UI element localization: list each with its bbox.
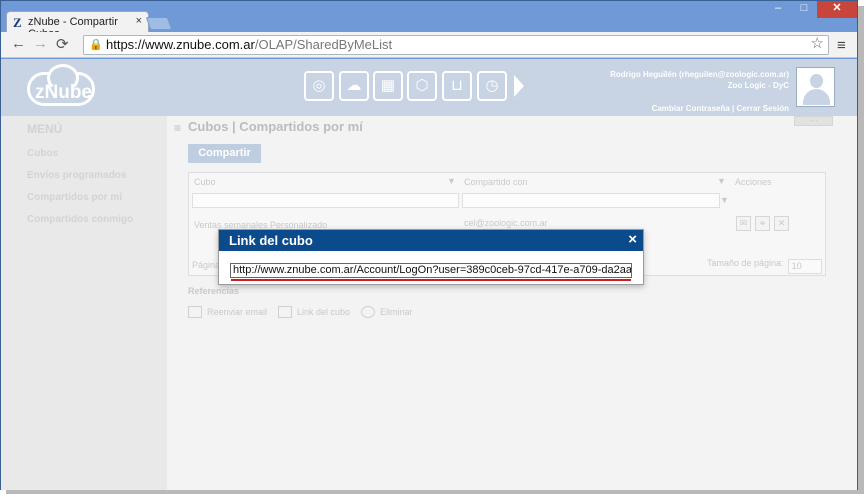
reference-resend-email: Reenviar email bbox=[188, 306, 267, 318]
browser-menu-icon[interactable]: ≡ bbox=[837, 37, 846, 54]
minimize-button[interactable]: – bbox=[765, 1, 791, 18]
avatar-body-shape bbox=[803, 89, 830, 105]
dashboard-icon[interactable]: ◎ bbox=[304, 71, 334, 101]
sidebar-item-compartidos-por-mi[interactable]: Compartidos por mí bbox=[27, 192, 122, 203]
link-icon bbox=[278, 306, 292, 318]
browser-tab[interactable]: Z zNube - Compartir Cubos × bbox=[6, 11, 149, 40]
page-size-label: Tamaño de página: bbox=[707, 258, 784, 268]
filter-input-cubo[interactable] bbox=[192, 193, 459, 208]
pager-label: Página bbox=[192, 260, 221, 270]
address-bar[interactable]: 🔒 https://www.znube.com.ar/OLAP/SharedBy… bbox=[83, 35, 829, 55]
tab-close-icon[interactable]: × bbox=[136, 15, 142, 27]
email-icon bbox=[188, 306, 202, 318]
references-title: Referencias bbox=[188, 286, 240, 296]
filter-input-compartido[interactable] bbox=[462, 193, 720, 208]
dialog-title: Link del cubo bbox=[229, 233, 313, 248]
window-shadow-right bbox=[857, 6, 864, 494]
reload-icon[interactable]: ⟳ bbox=[56, 35, 69, 53]
app-header: zNube ◎ ☁ ▦ ⬡ ⊔ ◷ Rodrigo Heguilén (rheg… bbox=[1, 59, 857, 116]
new-tab-button[interactable] bbox=[145, 17, 173, 30]
share-button[interactable]: Compartir bbox=[188, 144, 261, 163]
filter-dropdown-icon[interactable]: ▼ bbox=[447, 176, 456, 186]
row-shared-with: cel@zoologic.com.ar bbox=[464, 218, 548, 228]
url-text: https://www.znube.com.ar/OLAP/SharedByMe… bbox=[106, 37, 393, 52]
change-password-link[interactable]: Cambiar Contraseña bbox=[652, 104, 730, 113]
main-content: ≡ Cubos | Compartidos por mí ··· Compart… bbox=[167, 116, 857, 490]
avatar-head-shape bbox=[810, 74, 823, 88]
sidebar: MENÚ Cubos Envíos programados Compartido… bbox=[1, 116, 167, 490]
column-header-compartido-con[interactable]: Compartido con bbox=[464, 177, 528, 187]
page-title: Cubos | Compartidos por mí bbox=[188, 119, 363, 134]
delete-icon bbox=[361, 306, 375, 318]
sidebar-item-cubos[interactable]: Cubos bbox=[27, 148, 58, 159]
next-arrow-icon[interactable] bbox=[514, 75, 524, 97]
sidebar-item-envios[interactable]: Envíos programados bbox=[27, 170, 126, 181]
cube-link-field[interactable]: http://www.znube.com.ar/Account/LogOn?us… bbox=[230, 263, 632, 278]
bookmark-star-icon[interactable]: ☆ bbox=[811, 35, 824, 53]
dialog-header: Link del cubo × bbox=[219, 230, 643, 251]
hamburger-icon[interactable]: ≡ bbox=[174, 121, 181, 135]
browser-toolbar: ← → ⟳ 🔒 https://www.znube.com.ar/OLAP/Sh… bbox=[1, 32, 857, 58]
cube-link-dialog: Link del cubo × http://www.znube.com.ar/… bbox=[218, 229, 644, 285]
lock-icon: 🔒 bbox=[89, 39, 103, 51]
resend-email-icon[interactable]: ✉ bbox=[736, 216, 751, 231]
znube-favicon-icon: Z bbox=[13, 15, 22, 30]
reference-delete: Eliminar bbox=[361, 306, 413, 318]
reference-link: Link del cubo bbox=[278, 306, 350, 318]
tab-strip: Z zNube - Compartir Cubos × – □ ✕ bbox=[1, 1, 857, 40]
user-info: Rodrigo Heguilén (rheguilen@zoologic.com… bbox=[561, 69, 789, 114]
forward-arrow-icon[interactable]: → bbox=[33, 35, 48, 52]
user-name: Rodrigo Heguilén (rheguilen@zoologic.com… bbox=[610, 70, 789, 79]
delete-icon[interactable]: ✕ bbox=[774, 216, 789, 231]
page-size-select[interactable]: 10 bbox=[787, 259, 822, 274]
logout-link[interactable]: Cerrar Sesión bbox=[737, 104, 789, 113]
back-arrow-icon[interactable]: ← bbox=[11, 35, 26, 52]
cube-icon[interactable]: ⬡ bbox=[407, 71, 437, 101]
table-icon[interactable]: ▦ bbox=[373, 71, 403, 101]
highlight-underline bbox=[231, 279, 631, 281]
cart-icon[interactable]: ⊔ bbox=[442, 71, 472, 101]
link-separator: | bbox=[732, 104, 735, 113]
filter-dropdown-icon[interactable]: ▼ bbox=[720, 195, 729, 205]
close-window-button[interactable]: ✕ bbox=[817, 1, 857, 18]
link-icon[interactable]: ⚭ bbox=[755, 216, 770, 231]
cloud-sync-icon[interactable]: ☁ bbox=[339, 71, 369, 101]
znube-logo[interactable]: zNube bbox=[23, 64, 97, 108]
avatar[interactable] bbox=[796, 67, 835, 107]
page-size: Tamaño de página: 10 bbox=[707, 258, 822, 274]
maximize-button[interactable]: □ bbox=[791, 1, 817, 18]
filter-dropdown-icon[interactable]: ▼ bbox=[717, 176, 726, 186]
clock-icon[interactable]: ◷ bbox=[477, 71, 507, 101]
column-header-acciones: Acciones bbox=[735, 177, 772, 187]
logo-text: zNube bbox=[35, 82, 92, 103]
dialog-close-icon[interactable]: × bbox=[628, 231, 637, 248]
column-header-cubo[interactable]: Cubo bbox=[194, 177, 216, 187]
sidebar-item-compartidos-conmigo[interactable]: Compartidos conmigo bbox=[27, 214, 133, 225]
company-name: Zoo Logic - DyC bbox=[727, 81, 789, 90]
sidebar-title: MENÚ bbox=[27, 122, 63, 136]
browser-window: Z zNube - Compartir Cubos × – □ ✕ ← → ⟳ … bbox=[0, 0, 858, 490]
top-right-button[interactable]: ··· bbox=[794, 116, 833, 126]
